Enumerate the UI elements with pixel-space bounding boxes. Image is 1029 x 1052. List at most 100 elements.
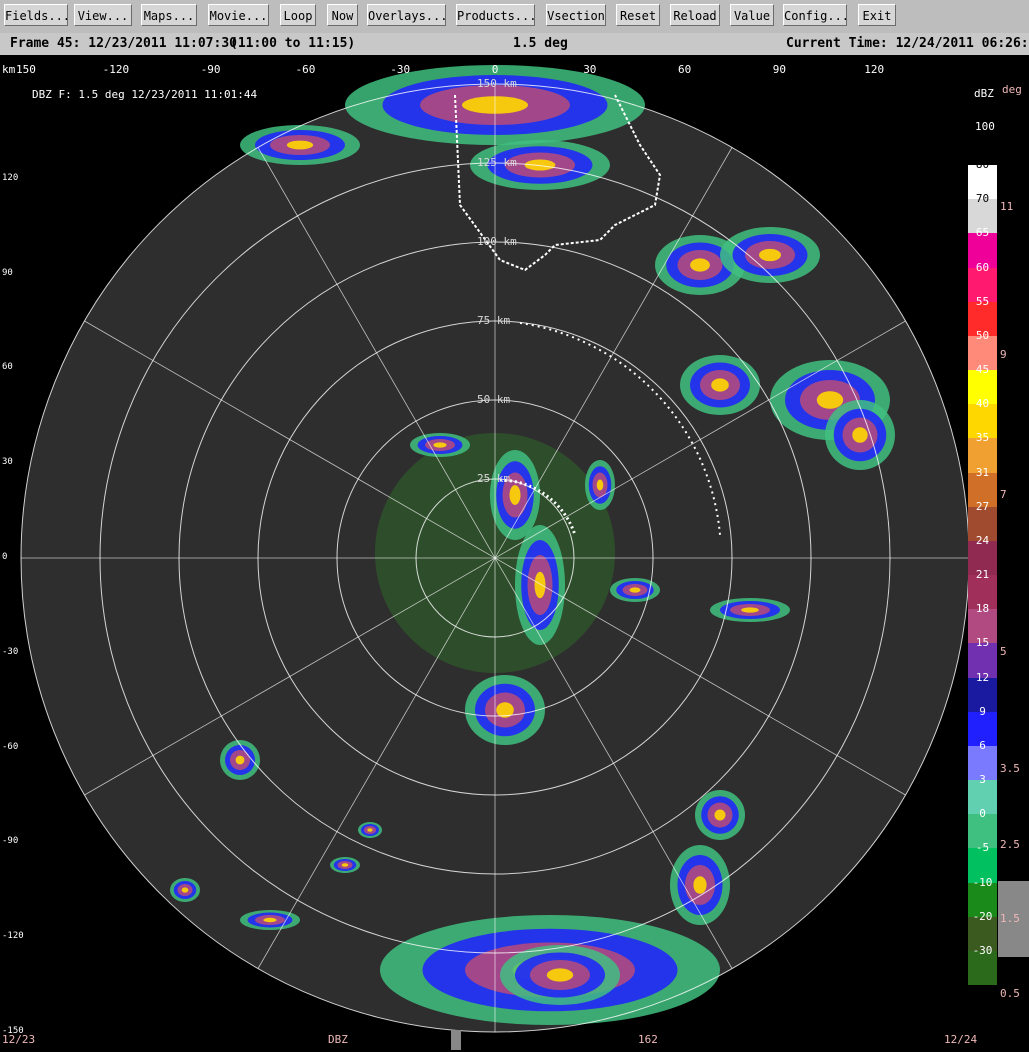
field-name-label: DBZ [328, 1033, 348, 1046]
echo-core [693, 876, 707, 894]
dbz-color-scale: 80 70 65 60 55 50 45 40 35 31 27 24 21 18 15 12 9 6 3 0 -5 -1… [968, 158, 997, 986]
elevation-label: 1.5 deg [513, 36, 568, 51]
vsection-button[interactable]: Vsection [546, 4, 606, 26]
color-swatch-label: 0 [979, 807, 986, 821]
echo-core [596, 479, 604, 491]
top-axis-tick: -120 [102, 63, 130, 76]
view-button[interactable]: View... [74, 4, 132, 26]
color-swatch-label: 60 [975, 260, 990, 274]
top-axis-tick: 120 [864, 63, 885, 76]
time-range-label: (11:00 to 11:15) [230, 36, 356, 51]
echo-core [341, 863, 349, 867]
top-axis-tick: 150 [16, 63, 36, 76]
frame-count-label: 162 [638, 1033, 658, 1046]
echo-core [741, 607, 759, 613]
echo-core [433, 442, 447, 448]
top-axis-tick: -60 [295, 63, 316, 76]
top-axis-tick: -90 [200, 63, 221, 76]
echo-core [509, 485, 521, 505]
overlays-button[interactable]: Overlays... [367, 4, 447, 26]
color-swatch-label: 55 [975, 294, 990, 308]
dbz-top-value: 100 [975, 120, 995, 133]
fields-button[interactable]: Fields... [4, 4, 70, 26]
color-swatch-label: -20 [972, 909, 993, 923]
color-swatch-label: 15 [975, 636, 990, 650]
deg-label: 0.5 [1000, 987, 1020, 1000]
top-axis-tick: 60 [678, 63, 692, 76]
deg-scale-title: deg [1002, 83, 1022, 96]
top-axis-tick: 90 [772, 63, 787, 76]
current-time-label: Current Time: 12/24/2011 06:26:22 [786, 36, 1029, 51]
reload-button[interactable]: Reload [670, 4, 720, 26]
echo-core [714, 809, 726, 821]
color-swatch-label: 18 [975, 602, 990, 616]
echo-core [629, 587, 641, 593]
color-swatch-label: 35 [975, 431, 990, 445]
left-axis-tick: -120 [2, 931, 24, 942]
left-axis-tick: -30 [2, 646, 19, 657]
color-swatch-label: 27 [975, 499, 990, 513]
top-axis-tick: 0 [491, 63, 499, 76]
deg-label: 3.5 [1000, 762, 1020, 775]
echo-core [690, 258, 710, 272]
color-swatch-label: 12 [975, 670, 990, 684]
deg-label: 5 [1000, 645, 1007, 658]
top-axis-tick: -30 [390, 63, 411, 76]
range-ring-label: 125 km [477, 156, 517, 169]
loop-button[interactable]: Loop [280, 4, 316, 26]
deg-label: 2.5 [1000, 838, 1020, 851]
echo-core [524, 159, 556, 171]
color-swatch-label: 70 [975, 192, 990, 206]
echo-core [816, 391, 844, 409]
range-ring-label: 100 km [477, 235, 517, 248]
color-swatch-label: -5 [975, 841, 990, 855]
value-button[interactable]: Value [730, 4, 774, 26]
deg-label: 11 [1000, 200, 1014, 213]
color-swatch-label: 9 [979, 704, 986, 718]
plot-title: DBZ F: 1.5 deg 12/23/2011 11:01:44 [32, 88, 258, 101]
range-ring-label: 150 km [477, 77, 517, 90]
start-date-label: 12/23 [2, 1033, 36, 1046]
now-button[interactable]: Now [327, 4, 358, 26]
left-axis-tick: 90 [2, 267, 13, 278]
left-axis-tick: 0 [2, 552, 8, 562]
echo-core [852, 427, 868, 443]
echo-core [711, 378, 729, 392]
color-swatch-label: 80 [975, 158, 990, 171]
left-axis-tick: 60 [2, 362, 13, 373]
color-swatch-label: 21 [975, 568, 990, 581]
dbz-scale-title: dBZ [974, 87, 994, 100]
range-ring-label: 25 km [477, 472, 511, 485]
color-swatch-label: 40 [975, 397, 990, 411]
time-slider-handle[interactable] [451, 1030, 461, 1050]
top-axis-tick: 30 [583, 63, 597, 76]
color-swatch-label: 24 [975, 533, 990, 547]
radar-display[interactable]: km 150 -120 -90 -60 -30 0 30 60 90 120 120 90 60 30 0… [0, 55, 1029, 1052]
color-swatch-label: 31 [975, 465, 990, 479]
km-unit-label: km [2, 63, 16, 76]
frame-label: Frame 45: 12/23/2011 11:07:30 [10, 36, 237, 51]
left-axis-tick: -90 [2, 836, 19, 847]
color-swatch-label: -10 [972, 875, 993, 889]
end-date-label: 12/24 [944, 1033, 978, 1046]
products-button[interactable]: Products... [456, 4, 536, 26]
color-swatch-label: 50 [975, 328, 990, 342]
deg-label: 9 [1000, 348, 1007, 361]
exit-button[interactable]: Exit [858, 4, 896, 26]
ppi-plot[interactable] [0, 55, 1029, 1052]
maps-button[interactable]: Maps... [141, 4, 197, 26]
color-swatch-label: 6 [979, 738, 986, 752]
echo-core [286, 140, 314, 150]
config-button[interactable]: Config... [783, 4, 849, 26]
info-bar: Frame 45: 12/23/2011 11:07:30 (11:00 to … [0, 33, 1029, 55]
range-ring-label: 50 km [477, 393, 511, 406]
movie-button[interactable]: Movie... [208, 4, 269, 26]
color-swatch-label: 65 [975, 226, 990, 240]
echo-core [367, 828, 373, 832]
color-swatch-label: 45 [975, 363, 990, 376]
left-axis-tick: 30 [2, 457, 13, 468]
range-ring-label: 75 km [477, 314, 511, 327]
color-swatch-label: -30 [972, 943, 993, 957]
reset-button[interactable]: Reset [616, 4, 660, 26]
echo-core [534, 571, 546, 599]
